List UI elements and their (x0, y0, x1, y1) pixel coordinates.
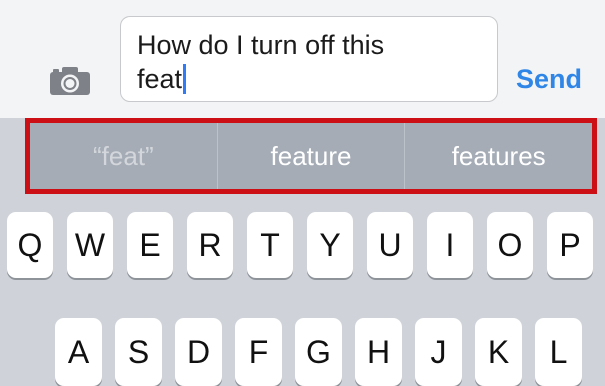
key-w[interactable]: W (67, 212, 113, 278)
key-o[interactable]: O (487, 212, 533, 278)
key-t[interactable]: T (247, 212, 293, 278)
key-p[interactable]: P (547, 212, 593, 278)
key-a[interactable]: A (55, 318, 102, 386)
key-y[interactable]: Y (307, 212, 353, 278)
suggestion-typed-word[interactable]: “feat” (30, 123, 217, 189)
key-k[interactable]: K (475, 318, 522, 386)
key-g[interactable]: G (295, 318, 342, 386)
key-u[interactable]: U (367, 212, 413, 278)
key-i[interactable]: I (427, 212, 473, 278)
send-button[interactable]: Send (516, 64, 582, 95)
camera-icon (50, 67, 90, 95)
key-q[interactable]: Q (7, 212, 53, 278)
camera-button[interactable] (47, 63, 93, 97)
suggestion-feature[interactable]: feature (216, 123, 405, 189)
message-text-line-2: feat (137, 62, 497, 96)
key-e[interactable]: E (127, 212, 173, 278)
key-l[interactable]: L (535, 318, 582, 386)
key-f[interactable]: F (235, 318, 282, 386)
key-h[interactable]: H (355, 318, 402, 386)
compose-bar: How do I turn off this feat Send (0, 0, 605, 118)
predictive-suggestion-bar: “feat” feature features (25, 118, 597, 194)
text-cursor (183, 64, 187, 94)
key-r[interactable]: R (187, 212, 233, 278)
message-input[interactable]: How do I turn off this feat (120, 16, 498, 102)
suggestion-features[interactable]: features (404, 123, 592, 189)
key-s[interactable]: S (115, 318, 162, 386)
message-text-line-1: How do I turn off this (137, 30, 385, 60)
message-text-current: feat (137, 64, 183, 94)
key-d[interactable]: D (175, 318, 222, 386)
key-j[interactable]: J (415, 318, 462, 386)
